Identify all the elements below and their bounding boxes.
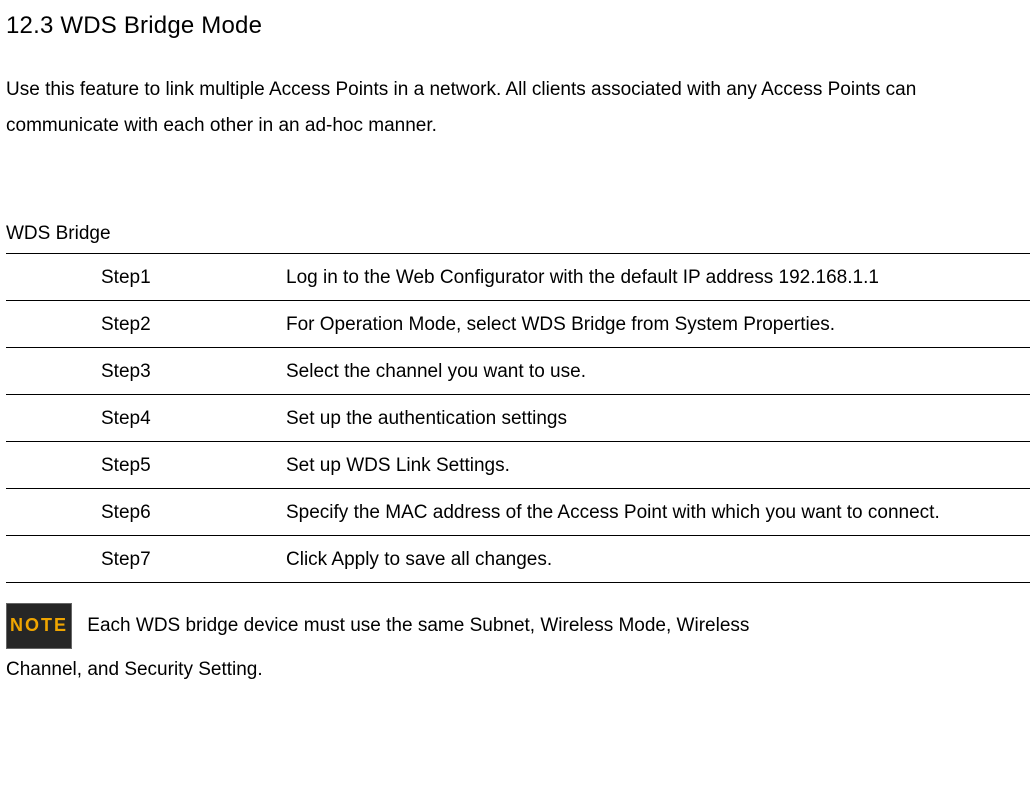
step-label: Step1: [6, 253, 286, 300]
step-desc: Log in to the Web Configurator with the …: [286, 253, 1030, 300]
note-text-line2: Channel, and Security Setting.: [6, 659, 263, 680]
table-title-row: WDS Bridge: [6, 214, 1030, 253]
step-desc: For Operation Mode, select WDS Bridge fr…: [286, 300, 1030, 347]
table-row: Step6 Specify the MAC address of the Acc…: [6, 489, 1030, 536]
table-row: Step3 Select the channel you want to use…: [6, 347, 1030, 394]
step-label: Step6: [6, 489, 286, 536]
section-heading: 12.3 WDS Bridge Mode: [6, 8, 1030, 44]
step-desc: Set up WDS Link Settings.: [286, 442, 1030, 489]
step-label: Step2: [6, 300, 286, 347]
table-row: Step4 Set up the authentication settings: [6, 394, 1030, 441]
table-row: Step5 Set up WDS Link Settings.: [6, 442, 1030, 489]
step-desc: Select the channel you want to use.: [286, 347, 1030, 394]
note-badge-text: NOTE: [10, 615, 68, 635]
step-label: Step4: [6, 394, 286, 441]
intro-paragraph: Use this feature to link multiple Access…: [6, 72, 1030, 144]
table-row: Step1 Log in to the Web Configurator wit…: [6, 253, 1030, 300]
table-row: Step2 For Operation Mode, select WDS Bri…: [6, 300, 1030, 347]
step-desc: Click Apply to save all changes.: [286, 536, 1030, 583]
steps-table: WDS Bridge Step1 Log in to the Web Confi…: [6, 214, 1030, 583]
note-text-line1: Each WDS bridge device must use the same…: [82, 615, 749, 636]
step-label: Step7: [6, 536, 286, 583]
step-label: Step5: [6, 442, 286, 489]
note-badge: NOTE: [6, 603, 72, 649]
step-label: Step3: [6, 347, 286, 394]
note-section: NOTE Each WDS bridge device must use the…: [6, 603, 1030, 691]
table-title: WDS Bridge: [6, 214, 1030, 253]
table-row: Step7 Click Apply to save all changes.: [6, 536, 1030, 583]
step-desc: Set up the authentication settings: [286, 394, 1030, 441]
step-desc: Specify the MAC address of the Access Po…: [286, 489, 1030, 536]
